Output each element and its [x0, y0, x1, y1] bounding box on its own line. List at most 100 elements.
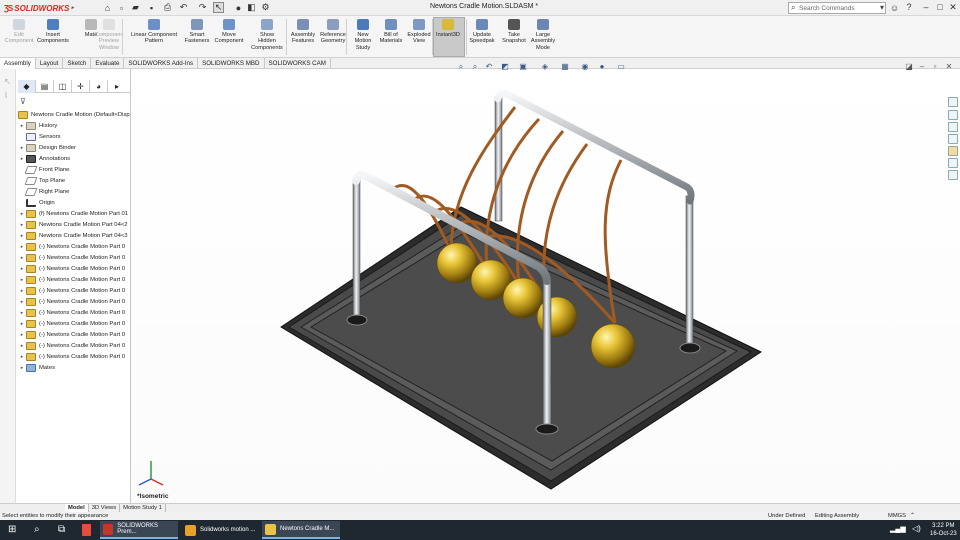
ribbon-button-5[interactable]: Smart Fasteners [182, 19, 212, 45]
configuration-manager-tab-icon[interactable]: ◫ [54, 80, 72, 93]
dimxpert-tab-icon[interactable]: ✛ [72, 80, 90, 93]
tree-item[interactable]: ▸ (f) Newtons Cradle Motion Part 01 [18, 208, 130, 219]
tree-item[interactable]: Right Plane [18, 186, 130, 197]
tree-item[interactable]: ▸ (-) Newtons Cradle Motion Part 0 [18, 329, 130, 340]
ribbon-button-4[interactable]: Linear Component Pattern [130, 19, 178, 45]
graphics-maximize-icon[interactable]: ▫ [930, 62, 940, 72]
command-tab[interactable]: SOLIDWORKS CAM [265, 58, 331, 69]
appearances-icon[interactable] [948, 146, 958, 156]
feature-manager-tab-icon[interactable]: ◆ [18, 80, 36, 93]
redo-icon[interactable]: ↷ [197, 2, 208, 13]
tree-item[interactable]: ▸ Newtons Cradle Motion Part 04<2 [18, 219, 130, 230]
graphics-minimize-icon[interactable]: – [917, 62, 927, 72]
traffic-light-icon[interactable]: ● [233, 2, 244, 13]
view-settings-icon[interactable]: ▭ [616, 62, 626, 72]
clock[interactable]: 3:22 PM 16-Oct-23 [930, 522, 957, 538]
tree-item[interactable]: Origin [18, 197, 130, 208]
tree-item[interactable]: ▸ Mates [18, 362, 130, 373]
forum-icon[interactable] [948, 170, 958, 180]
save-icon[interactable]: ▪ [146, 2, 157, 13]
tree-item[interactable]: ▸ (-) Newtons Cradle Motion Part 0 [18, 318, 130, 329]
graphics-close-icon[interactable]: ✕ [944, 62, 954, 72]
tree-item[interactable]: ▸ (-) Newtons Cradle Motion Part 0 [18, 252, 130, 263]
print-icon[interactable]: ⎙ [162, 2, 173, 13]
filter-icon[interactable]: ⊽ [20, 97, 26, 106]
expand-arrow-icon[interactable]: ▸ [18, 123, 26, 129]
expand-arrow-icon[interactable]: ▸ [18, 244, 26, 250]
open-folder-icon[interactable]: ▰ [130, 2, 141, 13]
tree-item[interactable]: ▸ (-) Newtons Cradle Motion Part 0 [18, 241, 130, 252]
expand-arrow-icon[interactable]: ▸ [18, 145, 26, 151]
dynamic-annotation-icon[interactable]: ▣ [518, 62, 528, 72]
graphics-area[interactable]: *Isometric [131, 69, 960, 503]
command-tab[interactable]: Evaluate [91, 58, 125, 69]
zoom-to-area-icon[interactable]: ⌕ [470, 62, 480, 72]
tree-item[interactable]: Top Plane [18, 175, 130, 186]
taskbar-search-icon[interactable]: ⌕ [34, 524, 40, 535]
expand-arrow-icon[interactable]: ▸ [18, 277, 26, 283]
edit-appearance-icon[interactable]: ● [597, 62, 607, 72]
tree-item[interactable]: ▸ Newtons Cradle Motion Part 04<3 [18, 230, 130, 241]
tree-item[interactable]: ▸ Annotations [18, 153, 130, 164]
view-palette-icon[interactable] [948, 134, 958, 144]
tree-item[interactable]: Front Plane [18, 164, 130, 175]
previous-view-icon[interactable]: ↶ [484, 62, 494, 72]
expand-arrow-icon[interactable]: ▸ [18, 211, 26, 217]
property-manager-tab-icon[interactable]: ▤ [36, 80, 54, 93]
ribbon-button-14[interactable]: Update Speedpak [467, 19, 497, 45]
tree-item[interactable]: ▸ Design Binder [18, 142, 130, 153]
tree-item[interactable]: ▸ (-) Newtons Cradle Motion Part 0 [18, 296, 130, 307]
design-library-icon[interactable] [948, 110, 958, 120]
expand-arrow-icon[interactable]: ▸ [18, 288, 26, 294]
taskbar-app[interactable]: Newtons Cradle M... [262, 521, 340, 539]
close-button[interactable]: ✕ [946, 1, 960, 14]
file-explorer-icon[interactable] [948, 122, 958, 132]
ribbon-button-0[interactable]: Edit Component [4, 19, 34, 45]
minimize-button[interactable]: – [919, 1, 933, 14]
ribbon-button-7[interactable]: Show Hidden Components [251, 19, 283, 51]
tree-item[interactable]: ▸ (-) Newtons Cradle Motion Part 0 [18, 274, 130, 285]
task-view-icon[interactable]: ⧉ [58, 524, 65, 535]
graphics-restore-icon[interactable]: ◪ [904, 62, 914, 72]
options-gear-icon[interactable]: ⚙ [260, 2, 271, 13]
tree-item[interactable]: ▸ (-) Newtons Cradle Motion Part 0 [18, 285, 130, 296]
new-document-icon[interactable]: ▫ [116, 2, 127, 13]
tree-root-assembly[interactable]: Newtons Cradle Motion (Default<Disp [18, 109, 130, 120]
search-commands-input[interactable]: ⌕ Search Commands ▾ [788, 2, 886, 14]
user-icon[interactable]: ☺ [889, 2, 900, 13]
expand-arrow-icon[interactable]: ▸ [18, 255, 26, 261]
ribbon-button-11[interactable]: Bill of Materials [376, 19, 406, 45]
view-orientation-icon[interactable]: ◈ [540, 62, 550, 72]
zoom-to-fit-icon[interactable]: ⌕ [456, 62, 466, 72]
ribbon-button-12[interactable]: Exploded View [404, 19, 434, 45]
expand-arrow-icon[interactable]: ▸ [18, 343, 26, 349]
display-style-icon[interactable]: ▦ [560, 62, 570, 72]
expand-arrow-icon[interactable]: ▸ [18, 156, 26, 162]
tree-item[interactable]: ▸ (-) Newtons Cradle Motion Part 0 [18, 351, 130, 362]
help-button[interactable]: ? [902, 1, 916, 14]
ribbon-button-3[interactable]: Component Preview Window [94, 19, 124, 51]
solidworks-resources-icon[interactable] [948, 97, 958, 107]
maximize-button[interactable]: □ [933, 1, 947, 14]
tree-item[interactable]: ▸ (-) Newtons Cradle Motion Part 0 [18, 263, 130, 274]
ribbon-button-6[interactable]: Move Component [214, 19, 244, 45]
select-tool-icon[interactable]: ↖ [4, 77, 11, 86]
expand-arrow-icon[interactable]: ▸ [18, 321, 26, 327]
display-manager-tab-icon[interactable]: ◕ [90, 80, 108, 93]
tree-item[interactable]: ▸ (-) Newtons Cradle Motion Part 0 [18, 340, 130, 351]
status-chevron-icon[interactable]: ⌃ [910, 512, 915, 520]
network-icon[interactable]: ▂▄▆ [890, 525, 906, 533]
custom-properties-icon[interactable] [948, 158, 958, 168]
undo-icon[interactable]: ↶ [178, 2, 189, 13]
home-icon[interactable]: ⌂ [102, 2, 113, 13]
expand-arrow-icon[interactable]: ▸ [18, 266, 26, 272]
search-dropdown-icon[interactable]: ▾ [880, 3, 884, 12]
expand-arrow-icon[interactable]: ▸ [18, 222, 26, 228]
more-tabs-icon[interactable]: ▸ [108, 80, 126, 93]
command-tab[interactable]: Sketch [63, 58, 92, 69]
newtons-cradle-model[interactable] [131, 69, 960, 503]
expand-arrow-icon[interactable]: ▸ [18, 299, 26, 305]
taskbar-app[interactable]: Solidworks motion ... [182, 521, 260, 539]
tree-item[interactable]: ▸ History [18, 120, 130, 131]
ribbon-button-15[interactable]: Take Snapshot [499, 19, 529, 45]
